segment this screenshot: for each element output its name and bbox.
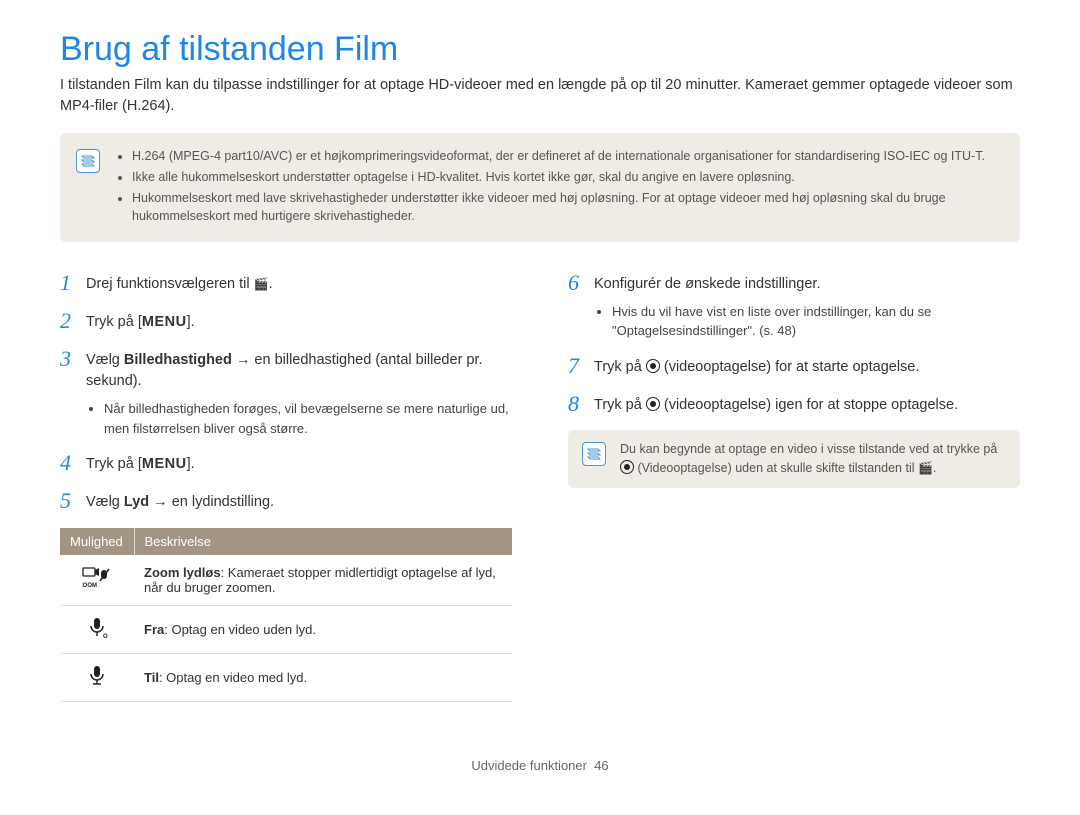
step-5: 5 Vælg Lyd → en lydindstilling. bbox=[60, 490, 512, 514]
step-number: 8 bbox=[568, 393, 586, 415]
step-text: Drej funktionsvælgeren til 🎬. bbox=[86, 272, 512, 296]
step-number: 6 bbox=[568, 272, 586, 294]
option-label: Zoom lydløs bbox=[144, 565, 221, 580]
step-number: 3 bbox=[60, 348, 78, 370]
note-icon bbox=[76, 149, 100, 173]
zoom-mute-icon: ZOOM bbox=[60, 555, 134, 606]
page-footer: Udvidede funktioner 46 bbox=[60, 758, 1020, 773]
info-note-box: H.264 (MPEG-4 part10/AVC) er et højkompr… bbox=[60, 133, 1020, 242]
step-text-fragment: . bbox=[269, 276, 273, 292]
film-mode-icon: 🎬 bbox=[918, 459, 933, 477]
table-header-description: Beskrivelse bbox=[134, 528, 512, 555]
step-text: Tryk på [MENU]. bbox=[86, 452, 512, 476]
bold-term: Lyd bbox=[124, 494, 149, 510]
step-text-fragment: Vælg bbox=[86, 352, 124, 368]
step-1: 1 Drej funktionsvælgeren til 🎬. bbox=[60, 272, 512, 296]
table-header-row: Mulighed Beskrivelse bbox=[60, 528, 512, 555]
menu-button-label: MENU bbox=[142, 456, 187, 472]
option-desc: : Optag en video med lyd. bbox=[159, 670, 307, 685]
option-label: Til bbox=[144, 670, 159, 685]
record-button-icon bbox=[646, 397, 660, 411]
step-text-fragment: (videooptagelse) for at starte optagelse… bbox=[660, 359, 920, 375]
bold-term: Billedhastighed bbox=[124, 352, 232, 368]
svg-text:OFF: OFF bbox=[103, 634, 108, 640]
svg-text:ZOOM: ZOOM bbox=[82, 583, 97, 589]
footer-section: Udvidede funktioner bbox=[471, 758, 587, 773]
option-label: Fra bbox=[144, 622, 164, 637]
step-text: Konfigurér de ønskede indstillinger. Hvi… bbox=[594, 272, 1020, 341]
step-text-fragment: Vælg bbox=[86, 494, 124, 510]
left-column: 1 Drej funktionsvælgeren til 🎬. 2 Tryk p… bbox=[60, 272, 512, 702]
table-header-option: Mulighed bbox=[60, 528, 134, 555]
right-column: 6 Konfigurér de ønskede indstillinger. H… bbox=[568, 272, 1020, 702]
step-2: 2 Tryk på [MENU]. bbox=[60, 310, 512, 334]
step-text: Tryk på (videooptagelse) for at starte o… bbox=[594, 355, 1020, 379]
step-number: 1 bbox=[60, 272, 78, 294]
page-title: Brug af tilstanden Film bbox=[60, 30, 1020, 69]
note-fragment: (Videooptagelse) uden at skulle skifte t… bbox=[634, 461, 918, 475]
step-text-fragment: (videooptagelse) igen for at stoppe opta… bbox=[660, 397, 958, 413]
step-7: 7 Tryk på (videooptagelse) for at starte… bbox=[568, 355, 1020, 379]
step-text-fragment: → en lydindstilling. bbox=[149, 494, 274, 510]
manual-page: Brug af tilstanden Film I tilstanden Fil… bbox=[0, 0, 1080, 793]
note-item: H.264 (MPEG-4 part10/AVC) er et højkompr… bbox=[132, 147, 1004, 166]
info-note-box-small: Du kan begynde at optage en video i viss… bbox=[568, 430, 1020, 488]
footer-page-number: 46 bbox=[594, 758, 608, 773]
table-cell-desc: Til: Optag en video med lyd. bbox=[134, 653, 512, 701]
step-text-fragment: Tryk på bbox=[594, 359, 646, 375]
table-row: OFF Fra: Optag en video uden lyd. bbox=[60, 605, 512, 653]
step-text-fragment: Drej funktionsvælgeren til bbox=[86, 276, 254, 292]
note-item: Hukommelseskort med lave skrivehastighed… bbox=[132, 189, 1004, 227]
option-desc: : Optag en video uden lyd. bbox=[164, 622, 316, 637]
step-text-fragment: Tryk på [ bbox=[86, 314, 142, 330]
table-cell-desc: Zoom lydløs: Kameraet stopper midlertidi… bbox=[134, 555, 512, 606]
intro-paragraph: I tilstanden Film kan du tilpasse indsti… bbox=[60, 75, 1020, 117]
step-text: Vælg Lyd → en lydindstilling. bbox=[86, 490, 512, 514]
step-text: Vælg Billedhastighed → en billedhastighe… bbox=[86, 348, 512, 439]
step-number: 2 bbox=[60, 310, 78, 332]
menu-button-label: MENU bbox=[142, 314, 187, 330]
step-text-fragment: Tryk på bbox=[594, 397, 646, 413]
step-6: 6 Konfigurér de ønskede indstillinger. H… bbox=[568, 272, 1020, 341]
step-text-fragment: ]. bbox=[187, 314, 195, 330]
step-text-fragment: ]. bbox=[187, 456, 195, 472]
table-cell-desc: Fra: Optag en video uden lyd. bbox=[134, 605, 512, 653]
sub-bullet-item: Når billedhastigheden forøges, vil bevæg… bbox=[104, 399, 512, 438]
table-row: ZOOM Zoom lydløs: Kameraet stopper midle… bbox=[60, 555, 512, 606]
record-button-icon bbox=[646, 359, 660, 373]
step-number: 7 bbox=[568, 355, 586, 377]
step-number: 5 bbox=[60, 490, 78, 512]
table-row: Til: Optag en video med lyd. bbox=[60, 653, 512, 701]
step-sub-bullet: Når billedhastigheden forøges, vil bevæg… bbox=[86, 399, 512, 438]
step-number: 4 bbox=[60, 452, 78, 474]
note-fragment: Du kan begynde at optage en video i viss… bbox=[620, 442, 997, 456]
step-text: Tryk på (videooptagelse) igen for at sto… bbox=[594, 393, 1020, 417]
note-icon bbox=[582, 442, 606, 466]
step-text-fragment: Tryk på [ bbox=[86, 456, 142, 472]
note-text: Du kan begynde at optage en video i viss… bbox=[620, 440, 1006, 478]
note-list: H.264 (MPEG-4 part10/AVC) er et højkompr… bbox=[114, 147, 1004, 228]
sub-bullet-item: Hvis du vil have vist en liste over inds… bbox=[612, 302, 1020, 341]
step-8: 8 Tryk på (videooptagelse) igen for at s… bbox=[568, 393, 1020, 417]
step-3: 3 Vælg Billedhastighed → en billedhastig… bbox=[60, 348, 512, 439]
film-mode-icon: 🎬 bbox=[254, 275, 269, 293]
content-columns: 1 Drej funktionsvælgeren til 🎬. 2 Tryk p… bbox=[60, 272, 1020, 702]
step-4: 4 Tryk på [MENU]. bbox=[60, 452, 512, 476]
record-button-icon bbox=[620, 460, 634, 474]
mic-on-icon bbox=[60, 653, 134, 701]
mic-off-icon: OFF bbox=[60, 605, 134, 653]
step-text: Tryk på [MENU]. bbox=[86, 310, 512, 334]
note-item: Ikke alle hukommelseskort understøtter o… bbox=[132, 168, 1004, 187]
step-text-fragment: Konfigurér de ønskede indstillinger. bbox=[594, 276, 821, 292]
options-table: Mulighed Beskrivelse ZOOM Zoom lydløs: K… bbox=[60, 528, 512, 702]
step-sub-bullet: Hvis du vil have vist en liste over inds… bbox=[594, 302, 1020, 341]
